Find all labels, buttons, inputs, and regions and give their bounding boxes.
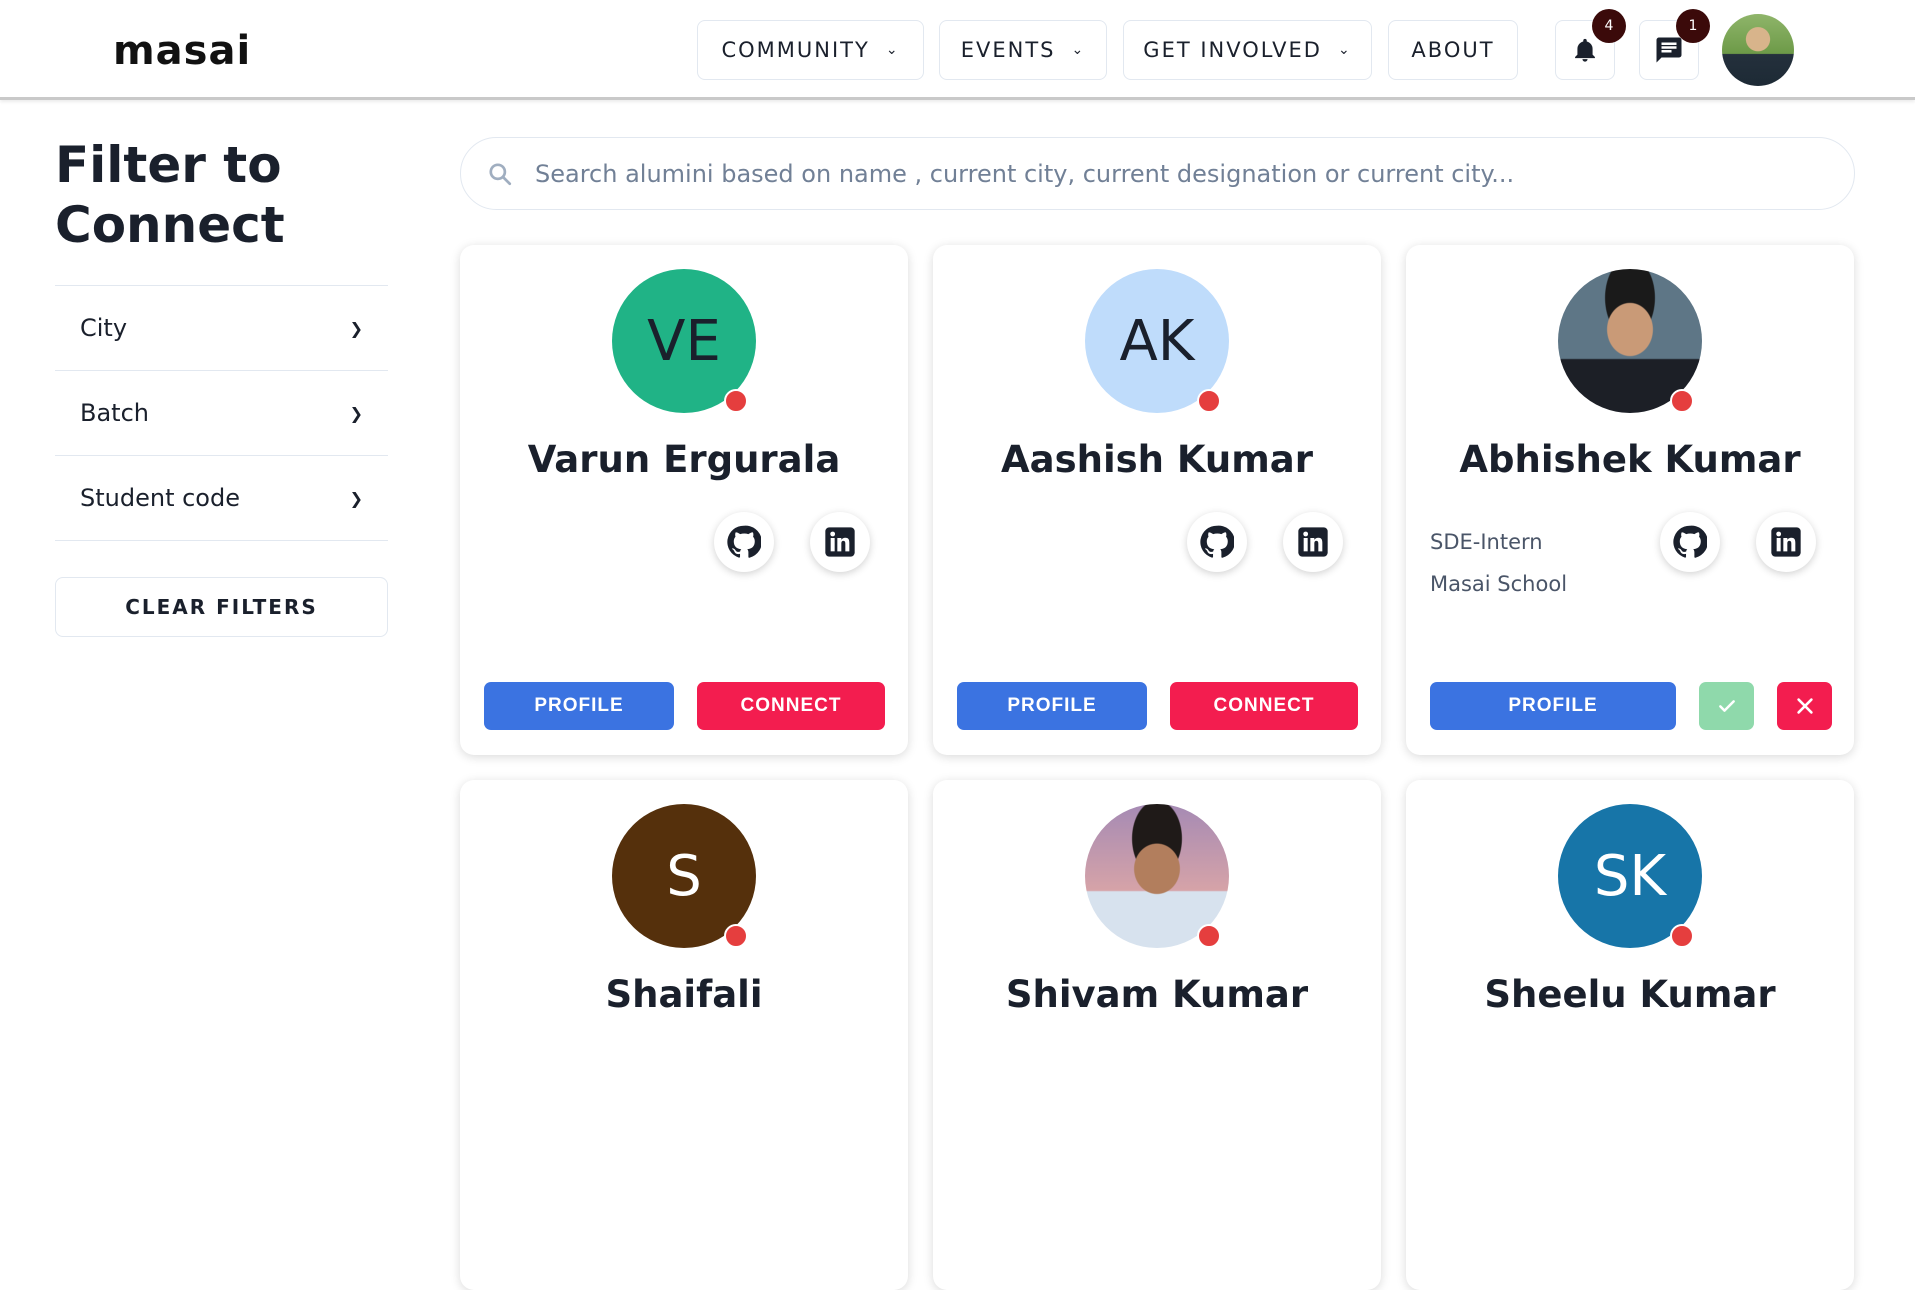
accept-button[interactable]	[1699, 682, 1754, 730]
alumni-card-abhishek: Abhishek Kumar SDE-Intern Masai School P…	[1406, 245, 1854, 755]
chevron-down-icon: ❯	[349, 318, 363, 338]
alumni-name: Shaifali	[605, 973, 763, 1016]
bell-icon	[1575, 38, 1595, 62]
reject-button[interactable]	[1777, 682, 1832, 730]
alumni-card-aashish: AK Aashish Kumar PROFILE CONNECT	[933, 245, 1381, 755]
close-icon	[1796, 698, 1813, 714]
alumni-card-sheelu: SK Sheelu Kumar	[1406, 780, 1854, 1290]
alumni-card-varun: VE Varun Ergurala PROFILE CONNECT	[460, 245, 908, 755]
notifications-badge: 4	[1592, 9, 1626, 43]
nav-get-involved-label: GET INVOLVED	[1143, 38, 1322, 62]
filter-student-code[interactable]: Student code ❯	[55, 456, 388, 541]
github-icon	[727, 525, 761, 558]
status-dot	[1670, 924, 1694, 948]
filter-city[interactable]: City ❯	[55, 286, 388, 371]
masai-logo[interactable]: masai	[113, 28, 251, 74]
status-dot	[724, 389, 748, 413]
alumni-name: Abhishek Kumar	[1459, 438, 1801, 481]
chevron-down-icon: ⌄	[1071, 42, 1086, 58]
search-input[interactable]	[535, 159, 1835, 188]
nav-events-label: EVENTS	[960, 38, 1056, 62]
messages-badge: 1	[1676, 9, 1710, 43]
avatar-initials: AK	[1119, 308, 1195, 374]
status-dot	[724, 924, 748, 948]
filter-city-label: City	[80, 314, 128, 342]
github-icon	[1673, 525, 1707, 558]
messages-button[interactable]: 1	[1639, 9, 1710, 80]
alumni-name: Varun Ergurala	[527, 438, 841, 481]
nav-about[interactable]: ABOUT	[1388, 20, 1518, 80]
filter-student-code-label: Student code	[80, 484, 240, 512]
filter-batch[interactable]: Batch ❯	[55, 371, 388, 456]
profile-button[interactable]: PROFILE	[1430, 682, 1676, 730]
top-navbar: masai COMMUNITY ⌄ EVENTS ⌄ GET INVOLVED …	[0, 0, 1915, 100]
avatar: SK	[1558, 804, 1702, 948]
profile-button[interactable]: PROFILE	[957, 682, 1147, 730]
alumni-name: Aashish Kumar	[1000, 438, 1314, 481]
chevron-down-icon: ❯	[349, 403, 363, 423]
linkedin-button[interactable]	[1756, 512, 1816, 572]
user-avatar[interactable]	[1722, 14, 1794, 86]
avatar-initials: SK	[1593, 843, 1667, 909]
avatar-photo	[1558, 269, 1702, 413]
filter-sidebar: Filter to Connect City ❯ Batch ❯ Student…	[55, 135, 388, 637]
github-button[interactable]	[714, 512, 774, 572]
search-icon	[487, 159, 517, 189]
check-icon	[1718, 700, 1735, 712]
alumni-search[interactable]	[460, 137, 1855, 210]
alumni-card-shivam: Shivam Kumar	[933, 780, 1381, 1290]
linkedin-button[interactable]	[810, 512, 870, 572]
designation: SDE-Intern	[1430, 530, 1543, 554]
nav-community[interactable]: COMMUNITY ⌄	[697, 20, 924, 80]
filter-batch-label: Batch	[80, 399, 149, 427]
chevron-down-icon: ⌄	[885, 42, 900, 58]
alumni-name: Shivam Kumar	[1005, 973, 1309, 1016]
notifications-button[interactable]: 4	[1555, 9, 1626, 80]
alumni-name: Sheelu Kumar	[1484, 973, 1776, 1016]
avatar-photo	[1085, 804, 1229, 948]
avatar-initials: S	[666, 843, 702, 909]
connect-button[interactable]: CONNECT	[697, 682, 885, 730]
alumni-card-shaifali: S Shaifali	[460, 780, 908, 1290]
nav-events[interactable]: EVENTS ⌄	[939, 20, 1107, 80]
avatar-initials: VE	[647, 308, 721, 374]
filter-list: City ❯ Batch ❯ Student code ❯	[55, 285, 388, 541]
linkedin-icon	[825, 527, 855, 557]
avatar: AK	[1085, 269, 1229, 413]
filter-title: Filter to Connect	[55, 136, 285, 254]
status-dot	[1670, 389, 1694, 413]
linkedin-icon	[1771, 527, 1801, 557]
linkedin-button[interactable]	[1283, 512, 1343, 572]
chevron-down-icon: ❯	[349, 488, 363, 508]
nav-about-label: ABOUT	[1411, 38, 1495, 62]
github-button[interactable]	[1660, 512, 1720, 572]
nav-get-involved[interactable]: GET INVOLVED ⌄	[1123, 20, 1372, 80]
github-icon	[1200, 525, 1234, 558]
status-dot	[1197, 924, 1221, 948]
linkedin-icon	[1298, 527, 1328, 557]
clear-filters-button[interactable]: CLEAR FILTERS	[55, 577, 388, 637]
profile-button[interactable]: PROFILE	[484, 682, 674, 730]
chat-icon	[1656, 37, 1682, 63]
alumni-role: SDE-Intern Masai School	[1430, 521, 1567, 605]
avatar: S	[612, 804, 756, 948]
chevron-down-icon: ⌄	[1337, 42, 1352, 58]
logo-text: masai	[113, 28, 252, 74]
connect-button[interactable]: CONNECT	[1170, 682, 1358, 730]
avatar: VE	[612, 269, 756, 413]
status-dot	[1197, 389, 1221, 413]
company: Masai School	[1430, 572, 1568, 596]
github-button[interactable]	[1187, 512, 1247, 572]
nav-community-label: COMMUNITY	[721, 38, 870, 62]
